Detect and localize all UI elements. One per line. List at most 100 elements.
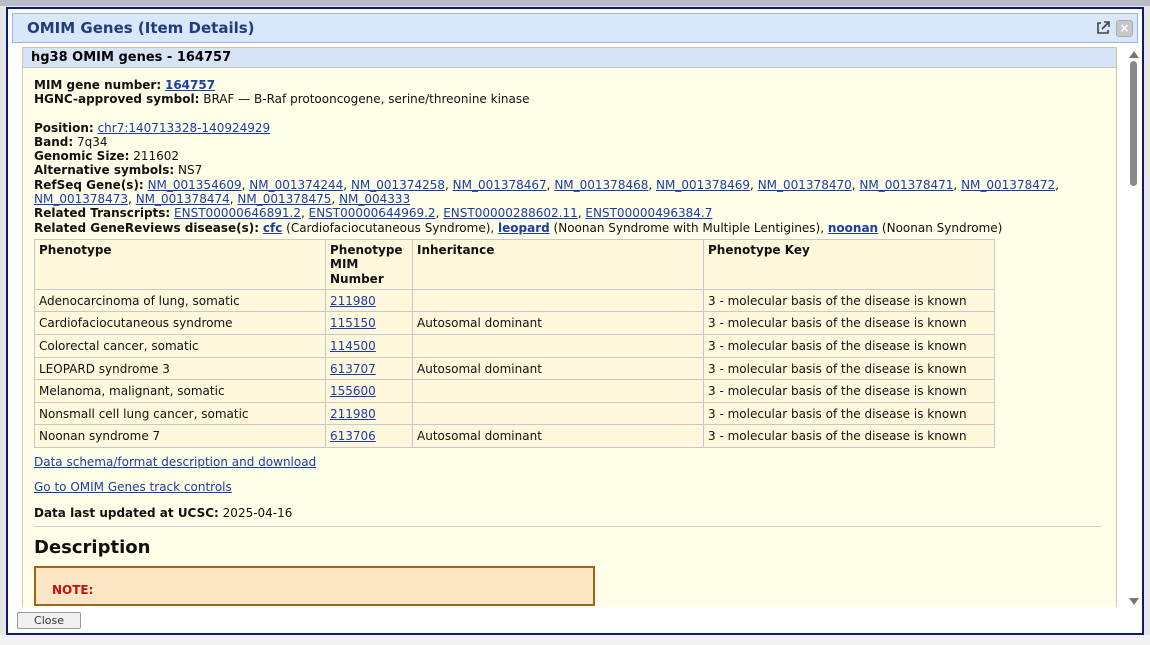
close-icon[interactable]: ×: [1116, 20, 1133, 37]
col-header-phenotype: Phenotype: [34, 238, 326, 290]
table-row: Nonsmall cell lung cancer, somatic 211980…: [34, 401, 995, 426]
genereviews-link[interactable]: cfc: [263, 221, 282, 235]
phenotype-mim-link[interactable]: 211980: [330, 294, 376, 308]
table-row: Melanoma, malignant, somatic 155600 3 - mo…: [34, 379, 995, 403]
phenotype-mim-link[interactable]: 155600: [330, 384, 376, 398]
description-heading: Description: [34, 536, 151, 558]
position-link[interactable]: chr7:140713328-140924929: [98, 121, 271, 135]
genereviews-link[interactable]: noonan: [828, 221, 878, 235]
phenotype-mim-link[interactable]: 115150: [330, 316, 376, 330]
genomic-size-label: Genomic Size:: [34, 149, 130, 164]
cell-inheritance: Autosomal dominant: [412, 424, 704, 449]
last-updated-value: 2025-04-16: [222, 505, 293, 520]
mim-gene-link[interactable]: 164757: [165, 78, 215, 92]
external-link-icon[interactable]: [1095, 20, 1111, 36]
position-row: Position: chr7:140713328-140924929: [34, 121, 1116, 135]
col-header-phenotype-mim-label: Phenotype MIM Number: [330, 242, 403, 286]
refseq-link[interactable]: NM_001374258: [351, 178, 445, 192]
close-button[interactable]: Close: [17, 612, 81, 629]
refseq-link[interactable]: NM_001378473: [34, 192, 128, 206]
scroll-up-arrow-icon[interactable]: [1129, 51, 1139, 58]
phenotype-mim-link[interactable]: 613706: [330, 429, 376, 443]
note-label: NOTE:: [52, 583, 94, 598]
hgnc-value: BRAF — B-Raf protooncogene, serine/threo…: [203, 92, 530, 107]
cell-phenotype-mim: 115150: [325, 311, 413, 336]
refseq-link[interactable]: NM_001378467: [453, 178, 547, 192]
cell-phenotype-key: 3 - molecular basis of the disease is kn…: [703, 334, 995, 358]
phenotype-mim-link[interactable]: 613707: [330, 362, 376, 376]
refseq-link[interactable]: NM_004333: [339, 192, 410, 206]
transcript-link[interactable]: ENST00000496384.7: [585, 206, 712, 220]
refseq-link[interactable]: NM_001374244: [249, 178, 343, 192]
cell-phenotype: Noonan syndrome 7: [34, 424, 326, 449]
genereviews-label: Related GeneReviews disease(s):: [34, 220, 260, 235]
refseq-link[interactable]: NM_001378468: [554, 178, 648, 192]
dialog-titlebar[interactable]: OMIM Genes (Item Details) ×: [12, 13, 1138, 43]
table-row: Noonan syndrome 7 613706 Autosomal dominan…: [34, 424, 995, 449]
hgnc-row: HGNC-approved symbol: BRAF — B-Raf proto…: [34, 92, 1116, 106]
genereviews-link[interactable]: leopard: [498, 221, 550, 235]
dialog-footer: Close: [12, 607, 1138, 631]
cell-phenotype-key: 3 - molecular basis of the disease is kn…: [703, 401, 995, 426]
cell-phenotype: Melanoma, malignant, somatic: [34, 379, 326, 403]
refseq-link[interactable]: NM_001378471: [859, 178, 953, 192]
refseq-link[interactable]: NM_001378470: [758, 178, 852, 192]
transcript-link[interactable]: ENST00000644969.2: [309, 206, 436, 220]
refseq-link[interactable]: NM_001378469: [656, 178, 750, 192]
refseq-link[interactable]: NM_001378475: [237, 192, 331, 206]
transcript-link[interactable]: ENST00000646891.2: [174, 206, 301, 220]
refseq-label: RefSeq Gene(s):: [34, 177, 144, 192]
genereviews-row: Related GeneReviews disease(s): cfc (Car…: [34, 221, 1116, 235]
scrollbar-thumb[interactable]: [1130, 61, 1137, 186]
mim-gene-label: MIM gene number:: [34, 78, 162, 92]
cell-inheritance: Autosomal dominant: [412, 356, 704, 381]
cell-phenotype: Cardiofaciocutaneous syndrome: [34, 311, 326, 336]
genereviews-desc: (Noonan Syndrome): [878, 220, 1003, 235]
last-updated-label: Data last updated at UCSC:: [34, 505, 219, 520]
content-scrollbar[interactable]: [1128, 47, 1140, 607]
cell-phenotype-mim: 155600: [325, 379, 413, 403]
alt-symbols-value: NS7: [178, 163, 203, 178]
phenotype-mim-link[interactable]: 114500: [330, 339, 376, 353]
cell-phenotype-key: 3 - molecular basis of the disease is kn…: [703, 424, 995, 449]
genereviews-desc: (Cardiofaciocutaneous Syndrome),: [282, 220, 499, 235]
item-details-dialog: OMIM Genes (Item Details) × hg38 OMIM ge…: [6, 7, 1144, 635]
refseq-link[interactable]: NM_001354609: [148, 178, 242, 192]
band-label: Band:: [34, 134, 74, 149]
cell-inheritance: [412, 334, 704, 358]
cell-phenotype: Colorectal cancer, somatic: [34, 334, 326, 358]
scroll-down-arrow-icon[interactable]: [1129, 598, 1139, 605]
cell-phenotype-mim: 211980: [325, 288, 413, 313]
track-controls-link[interactable]: Go to OMIM Genes track controls: [34, 480, 232, 494]
refseq-link[interactable]: NM_001378472: [961, 178, 1055, 192]
genereviews-desc: (Noonan Syndrome with Multiple Lentigine…: [549, 220, 828, 235]
table-row: Colorectal cancer, somatic 114500 3 - mole…: [34, 334, 995, 358]
table-row: Adenocarcinoma of lung, somatic 211980 3 -…: [34, 288, 995, 313]
note-box: NOTE:: [34, 566, 595, 607]
cell-phenotype: Nonsmall cell lung cancer, somatic: [34, 401, 326, 426]
cell-phenotype-key: 3 - molecular basis of the disease is kn…: [703, 311, 995, 336]
genomic-size-row: Genomic Size: 211602: [34, 149, 1116, 163]
refseq-link[interactable]: NM_001378474: [136, 192, 230, 206]
transcript-link[interactable]: ENST00000288602.11: [443, 206, 578, 220]
background-top-strip: [0, 0, 1150, 6]
hgnc-label: HGNC-approved symbol:: [34, 92, 200, 107]
cell-inheritance: Autosomal dominant: [412, 311, 704, 336]
cell-phenotype-key: 3 - molecular basis of the disease is kn…: [703, 379, 995, 403]
cell-phenotype-key: 3 - molecular basis of the disease is kn…: [703, 356, 995, 381]
alt-symbols-label: Alternative symbols:: [34, 163, 175, 178]
cell-phenotype: LEOPARD syndrome 3: [34, 356, 326, 381]
mim-gene-row: MIM gene number: 164757: [34, 78, 1116, 92]
schema-download-link[interactable]: Data schema/format description and downl…: [34, 455, 316, 469]
cell-inheritance: [412, 401, 704, 426]
position-label: Position:: [34, 120, 94, 135]
phenotype-mim-link[interactable]: 211980: [330, 407, 376, 421]
band-row: Band: 7q34: [34, 135, 1116, 149]
section-divider: [34, 525, 1101, 527]
cell-phenotype-mim: 211980: [325, 401, 413, 426]
cell-phenotype-mim: 613707: [325, 356, 413, 381]
cell-phenotype-key: 3 - molecular basis of the disease is kn…: [703, 288, 995, 313]
item-heading: hg38 OMIM genes - 164757: [23, 48, 1116, 68]
genomic-size-value: 211602: [133, 149, 180, 164]
cell-phenotype-mim: 114500: [325, 334, 413, 358]
